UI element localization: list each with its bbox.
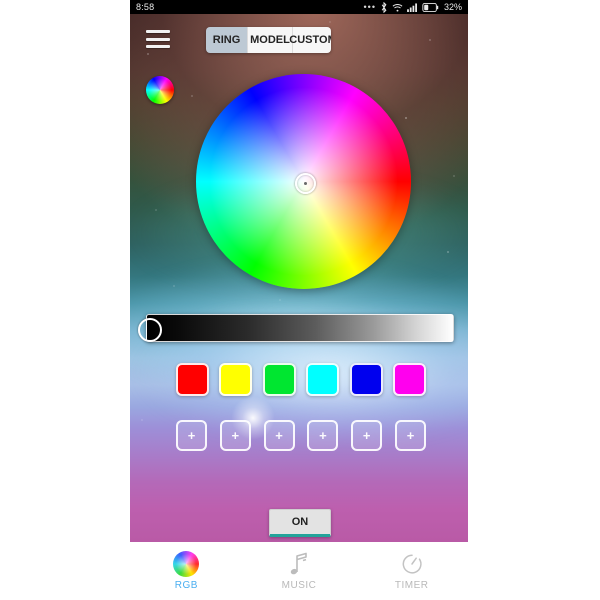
color-wheel-knob[interactable] (295, 173, 316, 194)
power-on-button[interactable]: ON (269, 509, 331, 537)
nav-label-timer: TIMER (394, 580, 429, 591)
swatch-red[interactable] (176, 363, 209, 396)
hamburger-menu-icon[interactable] (146, 30, 170, 48)
custom-slot-4[interactable]: + (307, 420, 339, 451)
swatch-yellow[interactable] (219, 363, 253, 396)
tab-ring[interactable]: RING (206, 27, 248, 53)
plus-icon: + (319, 428, 327, 443)
nav-label-music: MUSIC (281, 580, 317, 591)
plus-icon: + (187, 428, 196, 443)
plus-icon: + (362, 428, 371, 443)
status-bar: 8:58 ••• 32% (130, 0, 468, 14)
preset-color-row (176, 363, 426, 397)
signal-icon (407, 2, 418, 12)
status-more-dots: ••• (363, 1, 376, 12)
swatch-blue[interactable] (349, 363, 383, 396)
battery-percent: 32% (443, 2, 462, 12)
custom-slot-5[interactable]: + (351, 420, 383, 451)
plus-icon: + (275, 428, 283, 443)
swatch-cyan[interactable] (306, 363, 340, 396)
hamburger-line-2 (146, 37, 170, 41)
bottom-navigation: RGB MUSIC TIMER (130, 542, 468, 600)
swatch-green[interactable] (262, 363, 296, 396)
timer-icon (399, 551, 425, 577)
wifi-icon (392, 2, 403, 13)
nav-item-music[interactable]: MUSIC (243, 542, 356, 600)
battery-icon (422, 2, 439, 12)
plus-icon: + (231, 428, 240, 443)
custom-slot-row: + + + + + + (176, 420, 426, 452)
bluetooth-icon (380, 1, 388, 13)
music-note-icon (286, 551, 312, 577)
status-icons: ••• 32% (363, 1, 462, 13)
brightness-slider[interactable] (138, 314, 454, 342)
status-time: 8:58 (136, 2, 155, 12)
color-wheel-icon (173, 551, 200, 577)
mode-tabs: RING MODEL CUSTOM (206, 27, 331, 53)
hamburger-line-1 (146, 30, 170, 33)
custom-slot-3[interactable]: + (263, 420, 295, 451)
color-wheel-picker[interactable] (196, 74, 411, 289)
color-wheel-icon[interactable] (146, 76, 174, 104)
phone-screen: 8:58 ••• 32% RING MODEL CUSTO + + + + + … (130, 0, 468, 600)
nav-item-rgb[interactable]: RGB (130, 542, 243, 600)
nav-label-rgb: RGB (174, 580, 198, 591)
custom-slot-1[interactable]: + (176, 420, 207, 451)
custom-slot-6[interactable]: + (394, 420, 426, 451)
brightness-slider-knob[interactable] (138, 318, 162, 342)
custom-slot-2[interactable]: + (219, 420, 251, 451)
plus-icon: + (406, 428, 415, 443)
hamburger-line-3 (146, 45, 170, 48)
tab-model[interactable]: MODEL (248, 27, 293, 53)
swatch-magenta[interactable] (392, 363, 426, 396)
nav-item-timer[interactable]: TIMER (355, 542, 468, 600)
tab-custom[interactable]: CUSTOM (289, 27, 331, 53)
screenshot-canvas: 8:58 ••• 32% RING MODEL CUSTO + + + + + … (0, 0, 600, 600)
